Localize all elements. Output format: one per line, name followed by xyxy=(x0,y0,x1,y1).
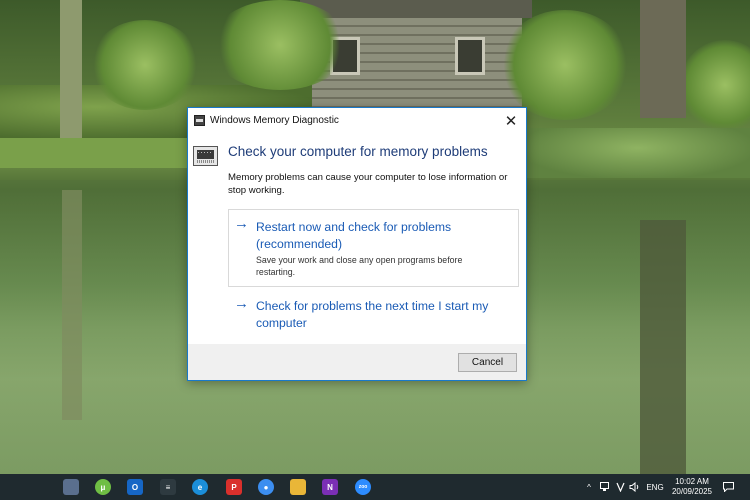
clock-time: 10:02 AM xyxy=(675,477,709,486)
cancel-button[interactable]: Cancel xyxy=(458,353,517,372)
tray-overflow-chevron-icon[interactable]: ^ xyxy=(583,474,595,500)
check-next-start-option-title: Check for problems the next time I start… xyxy=(256,299,489,330)
dialog-heading: Check your computer for memory problems xyxy=(228,144,488,159)
taskbar: μ O ≡ e P ● Nzoo ^ ENG 10:02 AM 20/09/2025 xyxy=(0,474,750,500)
wallpaper-mossy-bank xyxy=(525,128,750,178)
restart-now-option-subtitle: Save your work and close any open progra… xyxy=(256,255,463,277)
memory-diagnostic-app-icon xyxy=(194,115,205,126)
wallpaper-cabin-roof xyxy=(300,0,532,18)
wallpaper-tree-reflection xyxy=(62,190,82,420)
check-next-start-option[interactable]: → Check for problems the next time I sta… xyxy=(228,292,519,336)
memory-diagnostic-dialog: Windows Memory Diagnostic ✕ Check your c… xyxy=(187,107,527,381)
wallpaper-mossy-bank xyxy=(0,138,200,168)
input-language-indicator[interactable]: ENG xyxy=(645,474,665,500)
wallpaper-tree-trunk xyxy=(640,0,686,118)
chrome-icon[interactable]: ● xyxy=(258,479,274,495)
notifications-icon[interactable] xyxy=(720,474,736,500)
close-icon: ✕ xyxy=(504,113,518,130)
outlook-icon[interactable]: O xyxy=(127,479,143,495)
restart-now-option[interactable]: → Restart now and check for problems (re… xyxy=(228,209,519,287)
wallpaper-fern xyxy=(210,0,350,90)
edge-icon[interactable]: e xyxy=(192,479,208,495)
restart-now-option-title: Restart now and check for problems (reco… xyxy=(256,220,452,251)
onenote-icon[interactable]: N xyxy=(322,479,338,495)
arrow-right-icon: → xyxy=(234,215,249,232)
volume-icon[interactable] xyxy=(628,474,642,500)
network-icon[interactable] xyxy=(598,474,612,500)
file-explorer-icon[interactable] xyxy=(290,479,306,495)
wallpaper-cabin-window xyxy=(455,37,485,75)
calculator-icon[interactable] xyxy=(63,479,79,495)
dialog-footer: Cancel xyxy=(188,344,526,380)
dialog-description: Memory problems can cause your computer … xyxy=(228,172,508,196)
pdf-reader-icon[interactable]: P xyxy=(226,479,242,495)
utorrent-icon[interactable]: μ xyxy=(95,479,111,495)
settings-sliders-icon[interactable]: ≡ xyxy=(160,479,176,495)
wallpaper-fern xyxy=(500,10,630,120)
wallpaper-fern xyxy=(90,20,200,110)
wallpaper-fern xyxy=(680,40,750,130)
dialog-title: Windows Memory Diagnostic xyxy=(210,115,339,126)
wallpaper-tree-trunk xyxy=(60,0,82,140)
taskbar-clock[interactable]: 10:02 AM 20/09/2025 xyxy=(668,477,716,497)
vpn-shield-icon[interactable] xyxy=(614,474,626,500)
memory-chip-icon xyxy=(193,146,218,166)
close-button[interactable]: ✕ xyxy=(496,108,526,134)
zoom-icon[interactable]: zoo xyxy=(355,479,371,495)
wallpaper-tree-reflection xyxy=(640,220,686,474)
dialog-titlebar[interactable]: Windows Memory Diagnostic ✕ xyxy=(188,108,526,134)
arrow-right-icon: → xyxy=(234,295,249,312)
clock-date: 20/09/2025 xyxy=(671,487,713,496)
